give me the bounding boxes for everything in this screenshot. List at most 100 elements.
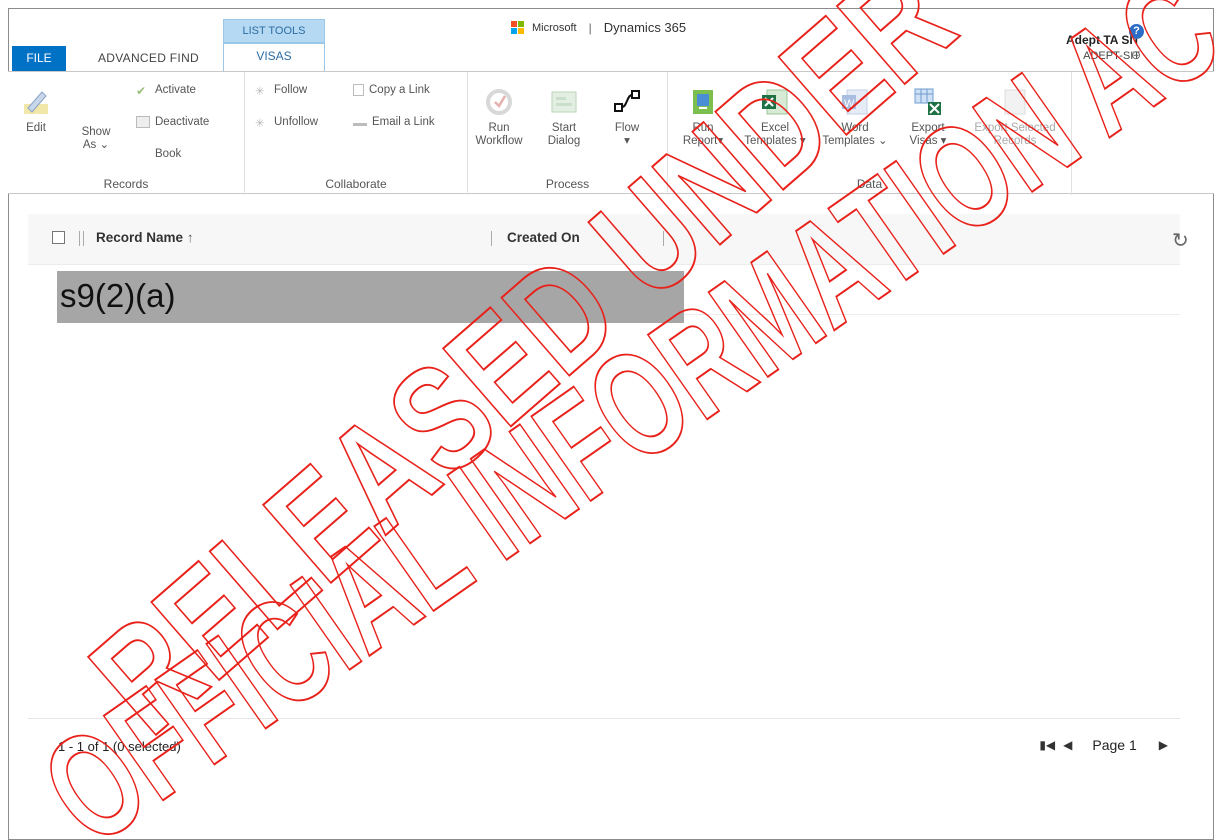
redaction-block: s9(2)(a) [57,271,684,323]
microsoft-logo-icon [511,21,524,34]
column-header-created-on[interactable]: Created On [507,230,580,245]
deactivate-label: Deactivate [155,116,210,128]
unfollow-icon: ✳ [255,118,265,130]
email-link-icon [353,122,367,126]
records-group: Edit Show As ⌄ ✔ Activate Deactivate Boo… [8,72,245,195]
export-visas-label-1: Export [911,122,945,134]
book-button[interactable]: Book [155,148,181,160]
chevron-down-icon: ⌄ [877,135,888,147]
deactivate-button[interactable]: Deactivate [136,116,209,128]
tab-advanced-find[interactable]: ADVANCED FIND [87,46,210,71]
run-workflow-button[interactable]: Run Workflow [472,86,526,148]
export-excel-icon [914,88,941,115]
data-group: Run Report▾ Excel Templates ▾ W Word Tem… [668,72,1072,195]
tab-row: FILE ADVANCED FIND LIST TOOLS VISAS Micr… [8,8,1214,71]
column-divider [663,231,664,246]
refresh-icon[interactable]: ↻ [1172,228,1189,253]
user-info[interactable]: Adept TA SIT ADEPT-SIT [1066,32,1140,64]
flow-label: Flow [614,122,640,134]
book-label: Book [155,148,182,160]
export-selected-label-1: Export Selected [974,122,1056,134]
run-report-label-1: Run [692,122,714,134]
chevron-down-icon: ▾ [624,135,630,147]
activate-button[interactable]: ✔ Activate [136,84,196,98]
copy-link-button[interactable]: Copy a Link [353,84,430,96]
process-group: Run Workflow Start Dialog Flow ▾ Process [468,72,668,195]
sort-ascending-icon: ↑ [186,230,194,245]
column-divider [491,231,492,246]
created-on-label: Created On [507,230,580,245]
report-icon [693,90,713,114]
collaborate-group-label: Collaborate [325,177,387,191]
export-visas-label-2: Visas [909,135,938,147]
word-templates-label-2: Templates [822,135,875,147]
export-selected-icon [1004,89,1026,115]
word-templates-button[interactable]: W Word Templates ⌄ [820,86,890,148]
start-dialog-label-2: Dialog [547,135,581,147]
process-group-label: Process [545,177,590,191]
brand-separator: | [588,20,592,35]
sign-out-icon[interactable]: ⊖ [1131,48,1144,62]
select-all-checkbox[interactable] [52,231,65,244]
redaction-label: s9(2)(a) [60,277,176,314]
chevron-down-icon: ▾ [799,135,806,147]
follow-label: Follow [274,84,308,96]
data-group-label: Data [856,177,883,191]
brand-product[interactable]: Dynamics 365 [604,20,686,35]
word-templates-label-1: Word [841,122,869,134]
edit-button[interactable]: Edit [16,86,56,135]
page-label: Page 1 [1092,737,1137,753]
follow-button[interactable]: ✳ Follow [255,84,308,98]
excel-templates-label-2: Templates [744,135,797,147]
brand-bar: Microsoft | Dynamics 365 [511,20,686,35]
word-icon: W [842,89,868,115]
export-selected-records-button[interactable]: Export Selected Records [963,86,1067,148]
flow-button[interactable]: Flow ▾ [606,86,648,148]
chevron-down-icon: ▾ [717,135,724,147]
dialog-icon [551,91,577,113]
email-link-label: Email a Link [372,116,435,128]
collaborate-group: ✳ Follow ✳ Unfollow Copy a Link Email a … [245,72,468,195]
copy-link-label: Copy a Link [369,84,430,96]
pager: ▮◀ ◀ Page 1 ▶ [1039,737,1168,753]
previous-page-icon[interactable]: ◀ [1063,738,1072,752]
chevron-down-icon: ▾ [940,135,947,147]
column-divider [83,231,84,246]
excel-templates-button[interactable]: Excel Templates ▾ [740,86,810,148]
edit-label: Edit [26,122,46,134]
list-tools-label: LIST TOOLS [223,19,325,43]
workflow-icon [486,89,512,115]
help-icon[interactable]: ? [1129,24,1144,39]
activate-label: Activate [155,84,196,96]
grid-footer: 1 - 1 of 1 (0 selected) ▮◀ ◀ Page 1 ▶ [28,718,1180,774]
excel-templates-label-1: Excel [760,122,790,134]
follow-icon: ✳ [255,86,265,98]
run-workflow-label-2: Workflow [475,135,523,147]
svg-text:W: W [844,98,855,110]
show-as-label-1: Show [81,126,111,138]
column-divider [79,231,80,246]
edit-icon [24,91,48,114]
unfollow-label: Unfollow [274,116,319,128]
run-report-label-2: Report [682,135,718,147]
flow-icon [614,90,640,112]
copy-link-icon [353,84,364,96]
run-report-button[interactable]: Run Report▾ [678,86,728,148]
export-visas-button[interactable]: Export Visas ▾ [901,86,955,148]
grid-header: Record Name ↑ Created On ↻ [28,214,1189,265]
tab-visas[interactable]: VISAS [223,43,325,71]
column-header-record-name[interactable]: Record Name ↑ [96,230,194,245]
run-workflow-label-1: Run [488,122,510,134]
unfollow-button[interactable]: ✳ Unfollow [255,116,319,130]
next-page-icon[interactable]: ▶ [1159,738,1168,752]
tab-file[interactable]: FILE [12,46,66,71]
deactivate-icon [136,116,150,128]
first-page-icon[interactable]: ▮◀ [1039,738,1055,752]
email-link-button[interactable]: Email a Link [353,116,435,128]
row-divider [684,314,1180,315]
show-as-button[interactable]: Show As ⌄ [78,126,114,152]
record-count-status: 1 - 1 of 1 (0 selected) [58,739,181,754]
records-group-label: Records [103,177,149,191]
start-dialog-button[interactable]: Start Dialog [542,86,586,148]
excel-icon [762,89,788,115]
